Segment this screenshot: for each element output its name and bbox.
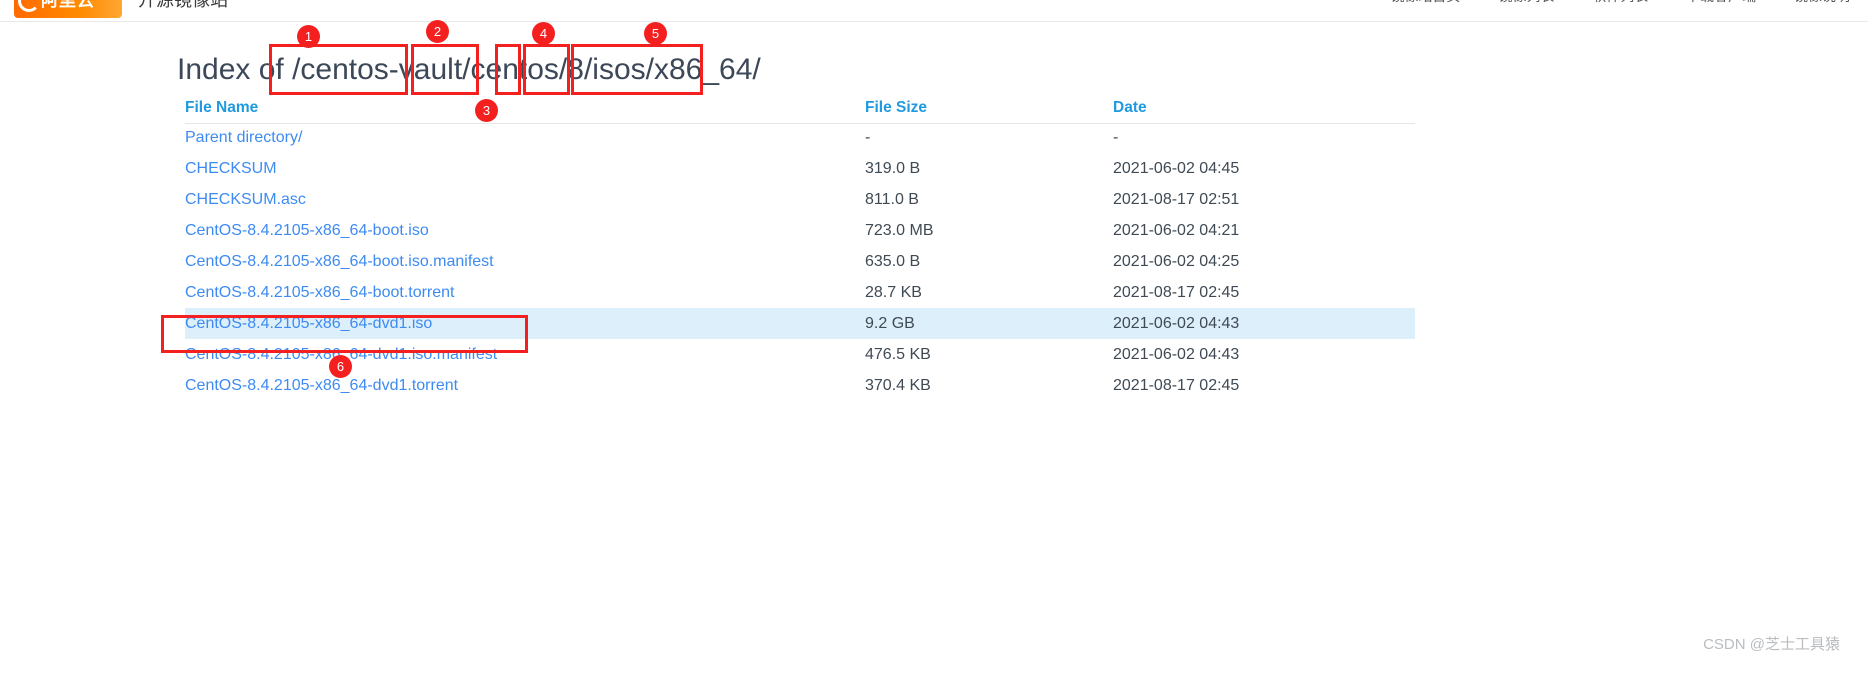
file-size-cell: 476.5 KB (865, 346, 931, 363)
file-link[interactable]: CHECKSUM (185, 160, 277, 177)
annotation-badge-4: 4 (532, 22, 555, 45)
path-segment-centos-vault: /centos-vault (292, 53, 463, 86)
page-title-prefix: Index of (177, 53, 293, 86)
table-header-row: File Name File Size Date (185, 94, 1415, 124)
file-name-cell: CentOS-8.4.2105-x86_64-dvd1.iso.manifest (185, 339, 845, 370)
file-date-cell: 2021-06-02 04:43 (1113, 346, 1240, 363)
aliyun-logo[interactable]: 阿里云 (14, 0, 122, 18)
path-segment-8: /8 (558, 53, 584, 86)
nav-item-0[interactable]: 镜像站首页 (1390, 0, 1460, 4)
nav-item-4[interactable]: 镜像说明 (1794, 0, 1850, 4)
file-name-cell: Parent directory/ (185, 122, 845, 153)
file-date-cell: 2021-08-17 02:45 (1113, 377, 1240, 394)
file-size-cell: 635.0 B (865, 253, 921, 270)
table-row[interactable]: CentOS-8.4.2105-x86_64-boot.iso.manifest… (185, 246, 1415, 277)
topbar-divider (0, 21, 1868, 22)
top-navigation[interactable]: 镜像站首页 镜像列表 软件列表 下载客户端 镜像说明 (1356, 0, 1850, 6)
site-name: 开源镜像站 (138, 0, 228, 10)
file-date-cell: 2021-06-02 04:45 (1113, 160, 1240, 177)
site-topbar: 阿里云 开源镜像站 镜像站首页 镜像列表 软件列表 下载客户端 镜像说明 (0, 0, 1868, 22)
path-segment-centos: /centos (462, 53, 559, 86)
file-date-cell: 2021-06-02 04:25 (1113, 253, 1240, 270)
table-row[interactable]: CHECKSUM 319.0 B 2021-06-02 04:45 (185, 153, 1415, 184)
table-row[interactable]: CHECKSUM.asc 811.0 B 2021-08-17 02:51 (185, 184, 1415, 215)
file-date-cell: 2021-08-17 02:51 (1113, 191, 1240, 208)
file-date-cell: 2021-06-02 04:43 (1113, 315, 1240, 332)
table-row-highlighted[interactable]: CentOS-8.4.2105-x86_64-dvd1.iso 9.2 GB 2… (185, 308, 1415, 339)
column-header-file-name[interactable]: File Name (185, 94, 845, 122)
file-name-cell: CHECKSUM.asc (185, 184, 845, 215)
file-size-cell: - (865, 129, 871, 146)
file-name-cell: CentOS-8.4.2105-x86_64-dvd1.torrent (185, 370, 845, 401)
file-name-cell: CentOS-8.4.2105-x86_64-boot.torrent (185, 277, 845, 308)
nav-item-1[interactable]: 镜像列表 (1498, 0, 1554, 4)
file-link[interactable]: CentOS-8.4.2105-x86_64-dvd1.torrent (185, 377, 458, 394)
file-size-cell: 9.2 GB (865, 315, 915, 332)
file-link[interactable]: CentOS-8.4.2105-x86_64-dvd1.iso (185, 315, 432, 332)
file-name-cell: CHECKSUM (185, 153, 845, 184)
directory-listing: File Name File Size Date Parent director… (185, 94, 1415, 401)
nav-item-3[interactable]: 下载客户端 (1686, 0, 1756, 4)
column-header-file-size[interactable]: File Size (865, 94, 1105, 122)
column-header-date[interactable]: Date (1113, 94, 1413, 122)
file-size-cell: 370.4 KB (865, 377, 931, 394)
file-size-cell: 28.7 KB (865, 284, 922, 301)
file-link[interactable]: CHECKSUM.asc (185, 191, 306, 208)
table-row[interactable]: Parent directory/ - - (185, 122, 1415, 153)
path-segment-isos: /isos (583, 53, 646, 86)
file-date-cell: 2021-08-17 02:45 (1113, 284, 1240, 301)
file-link[interactable]: Parent directory/ (185, 129, 302, 146)
nav-item-2[interactable]: 软件列表 (1592, 0, 1648, 4)
path-segment-x86-64: /x86_64/ (645, 53, 761, 86)
file-size-cell: 811.0 B (865, 191, 919, 208)
table-row[interactable]: CentOS-8.4.2105-x86_64-dvd1.torrent 370.… (185, 370, 1415, 401)
page-title: Index of /centos-vault/centos/8/isos/x86… (177, 52, 761, 88)
table-row[interactable]: CentOS-8.4.2105-x86_64-dvd1.iso.manifest… (185, 339, 1415, 370)
file-name-cell: CentOS-8.4.2105-x86_64-dvd1.iso (185, 308, 845, 339)
file-size-cell: 319.0 B (865, 160, 921, 177)
file-link[interactable]: CentOS-8.4.2105-x86_64-boot.iso (185, 222, 429, 239)
logo-label: 阿里云 (41, 0, 95, 10)
file-link[interactable]: CentOS-8.4.2105-x86_64-boot.iso.manifest (185, 253, 494, 270)
file-date-cell: 2021-06-02 04:21 (1113, 222, 1240, 239)
annotation-badge-2: 2 (426, 20, 449, 43)
file-date-cell: - (1113, 129, 1119, 146)
table-row[interactable]: CentOS-8.4.2105-x86_64-boot.iso 723.0 MB… (185, 215, 1415, 246)
annotation-badge-5: 5 (644, 22, 667, 45)
file-name-cell: CentOS-8.4.2105-x86_64-boot.iso (185, 215, 845, 246)
file-name-cell: CentOS-8.4.2105-x86_64-boot.iso.manifest (185, 246, 845, 277)
file-size-cell: 723.0 MB (865, 222, 934, 239)
file-link[interactable]: CentOS-8.4.2105-x86_64-dvd1.iso.manifest (185, 346, 497, 363)
csdn-watermark: CSDN @芝士工具猿 (1703, 636, 1840, 653)
file-link[interactable]: CentOS-8.4.2105-x86_64-boot.torrent (185, 284, 455, 301)
annotation-badge-1: 1 (297, 25, 320, 48)
logo-mark-icon (18, 0, 40, 12)
table-row[interactable]: CentOS-8.4.2105-x86_64-boot.torrent 28.7… (185, 277, 1415, 308)
